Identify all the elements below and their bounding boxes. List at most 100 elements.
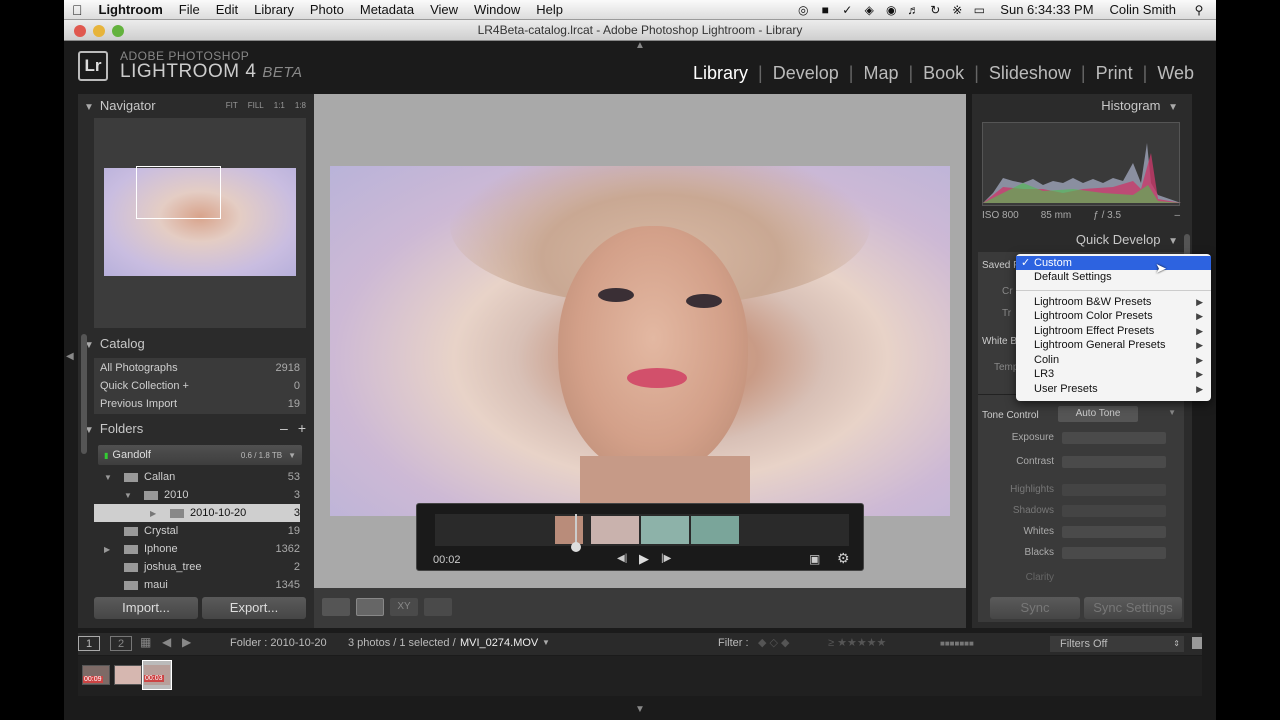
add-folder-icon[interactable]: + — [298, 420, 306, 436]
export-button[interactable]: Export... — [202, 597, 306, 619]
sync-button[interactable]: Sync — [990, 597, 1080, 619]
module-book[interactable]: Book — [913, 63, 974, 84]
video-playhead-knob[interactable] — [571, 542, 581, 552]
navigator-view-box[interactable] — [136, 166, 221, 219]
display-icon[interactable]: ▭ — [972, 3, 986, 17]
back-arrow-icon[interactable]: ◀ — [162, 635, 171, 649]
whites-stepper[interactable] — [1062, 526, 1166, 538]
tray-icon[interactable]: ◈ — [862, 3, 876, 17]
volume-icon[interactable]: ♬ — [906, 3, 920, 17]
step-back-icon[interactable]: ◀​| — [617, 553, 627, 564]
tray-icon[interactable]: ■ — [818, 3, 832, 17]
tray-icon[interactable]: ✓ — [840, 3, 854, 17]
volume-bar[interactable]: ▮ Gandolf 0.6 / 1.8 TB ▼ — [98, 445, 302, 465]
menu-metadata[interactable]: Metadata — [352, 2, 422, 17]
page-1-button[interactable]: 1 — [78, 636, 100, 651]
preset-menu-item-effect[interactable]: Lightroom Effect Presets ▶ — [1016, 324, 1211, 338]
bluetooth-icon[interactable]: ※ — [950, 3, 964, 17]
catalog-header[interactable]: ▼ Catalog — [84, 336, 145, 351]
step-forward-icon[interactable]: |▶ — [661, 553, 671, 564]
compare-view-icon[interactable]: XY — [390, 598, 418, 616]
contrast-stepper[interactable] — [1062, 456, 1166, 468]
blacks-stepper[interactable] — [1062, 547, 1166, 559]
color-label-filter-icons[interactable]: ■■■■■■■ — [940, 639, 974, 648]
close-window-button[interactable] — [74, 25, 86, 37]
exposure-stepper[interactable] — [1062, 432, 1166, 444]
zoom-fill[interactable]: FILL — [248, 101, 264, 110]
folder-path[interactable]: Folder : 2010-10-20 — [230, 637, 327, 649]
folder-item[interactable]: ▶ Iphone 1362 — [104, 540, 300, 558]
frame-capture-icon[interactable]: ▣ — [809, 552, 820, 566]
page-2-button[interactable]: 2 — [110, 636, 132, 651]
menu-view[interactable]: View — [422, 2, 466, 17]
video-frame-strip[interactable] — [435, 514, 849, 552]
menu-app[interactable]: Lightroom — [91, 2, 171, 17]
preset-menu-item-general[interactable]: Lightroom General Presets ▶ — [1016, 338, 1211, 352]
play-icon[interactable]: ▶ — [639, 551, 649, 567]
forward-arrow-icon[interactable]: ▶ — [182, 635, 191, 649]
preset-menu-item-color[interactable]: Lightroom Color Presets ▶ — [1016, 309, 1211, 323]
flag-filter-icons[interactable]: ◆ ◇ ◆ — [758, 636, 790, 649]
quick-develop-header[interactable]: Quick Develop ▼ — [1076, 232, 1184, 247]
preset-menu-item-bw[interactable]: Lightroom B&W Presets ▶ — [1016, 295, 1211, 309]
main-photo[interactable] — [330, 166, 950, 516]
menu-window[interactable]: Window — [466, 2, 528, 17]
histogram-header[interactable]: Histogram ▼ — [1101, 98, 1184, 113]
filmstrip-thumb[interactable]: 00:09 — [82, 665, 110, 685]
histogram-graph[interactable] — [982, 122, 1181, 206]
sync-settings-button[interactable]: Sync Settings — [1084, 597, 1182, 619]
module-library[interactable]: Library — [683, 63, 758, 84]
navigator-header[interactable]: ▼ Navigator — [84, 98, 156, 113]
import-button[interactable]: Import... — [94, 597, 198, 619]
volume-menu-icon[interactable]: ▼ — [288, 451, 296, 460]
highlights-stepper[interactable] — [1062, 484, 1166, 496]
minimize-window-button[interactable] — [93, 25, 105, 37]
zoom-fit[interactable]: FIT — [226, 101, 238, 110]
zoom-1-1[interactable]: 1:1 — [274, 101, 285, 110]
zoom-1-8[interactable]: 1:8 — [295, 101, 306, 110]
preset-menu-item-colin[interactable]: Colin ▶ — [1016, 353, 1211, 367]
navigator-thumbnail[interactable] — [104, 166, 296, 276]
catalog-item[interactable]: Quick Collection + 0 — [100, 377, 300, 395]
tray-icon[interactable]: ◎ — [796, 3, 810, 17]
rating-filter-icons[interactable]: ≥ ★★★★★ — [828, 636, 886, 649]
preset-menu-item-default[interactable]: Default Settings — [1016, 270, 1211, 284]
catalog-item[interactable]: All Photographs 2918 — [100, 359, 300, 377]
filters-dropdown[interactable]: Filters Off ⇕ — [1050, 636, 1184, 652]
left-panel-toggle-icon[interactable]: ◀ — [66, 351, 74, 362]
auto-tone-button[interactable]: Auto Tone — [1058, 406, 1138, 422]
zoom-window-button[interactable] — [112, 25, 124, 37]
clock[interactable]: Sun 6:34:33 PM — [1000, 2, 1093, 17]
loupe-view-icon[interactable] — [356, 598, 384, 616]
menu-edit[interactable]: Edit — [208, 2, 246, 17]
bottom-panel-toggle-icon[interactable]: ▼ — [635, 704, 645, 715]
apple-icon[interactable]:  — [64, 2, 91, 18]
grid-view-icon[interactable] — [322, 598, 350, 616]
catalog-item[interactable]: Previous Import 19 — [100, 395, 300, 413]
preset-menu-item-user[interactable]: User Presets ▶ — [1016, 382, 1211, 396]
folder-item[interactable]: Crystal 19 — [104, 522, 300, 540]
folders-header[interactable]: ▼ Folders — [84, 421, 143, 436]
grid-icon[interactable]: ▦ — [140, 635, 151, 649]
folder-item[interactable]: joshua_tree 2 — [104, 558, 300, 576]
video-settings-gear-icon[interactable]: ⚙ — [837, 550, 850, 567]
folder-item[interactable]: ▼ Callan 53 — [104, 468, 300, 486]
module-develop[interactable]: Develop — [763, 63, 849, 84]
left-panel-scrollbar[interactable] — [81, 334, 87, 454]
menu-help[interactable]: Help — [528, 2, 571, 17]
tray-icon[interactable]: ◉ — [884, 3, 898, 17]
folder-item[interactable]: maui 1345 — [104, 576, 300, 594]
filter-lock-icon[interactable] — [1192, 637, 1202, 649]
folder-item-selected[interactable]: ▶ 2010-10-20 3 — [94, 504, 300, 522]
user-name[interactable]: Colin Smith — [1110, 2, 1176, 17]
filename-dropdown-icon[interactable]: ▼ — [542, 638, 550, 647]
top-panel-toggle-icon[interactable]: ▲ — [635, 40, 645, 51]
survey-view-icon[interactable] — [424, 598, 452, 616]
menu-photo[interactable]: Photo — [302, 2, 352, 17]
module-web[interactable]: Web — [1147, 63, 1204, 84]
folder-item[interactable]: ▼ 2010 3 — [124, 486, 300, 504]
filmstrip-thumb-selected[interactable]: 00:03 — [142, 660, 172, 690]
module-slideshow[interactable]: Slideshow — [979, 63, 1081, 84]
spotlight-search-icon[interactable]: ⚲ — [1192, 3, 1206, 17]
tone-control-toggle-icon[interactable]: ▼ — [1168, 408, 1176, 417]
